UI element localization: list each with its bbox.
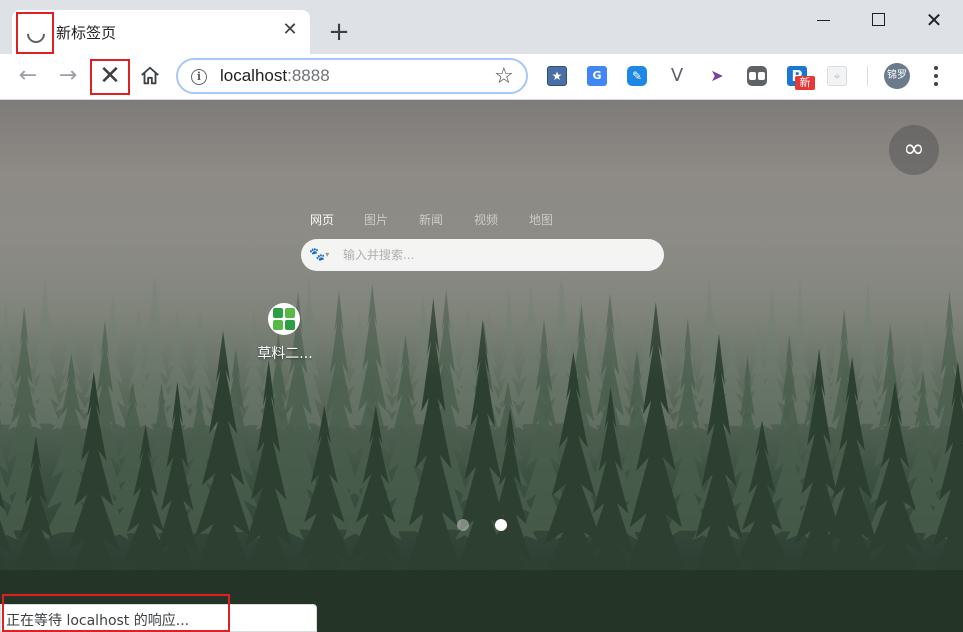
new-tab-button[interactable]: +: [326, 19, 352, 46]
vue-devtools-extension-icon[interactable]: V: [667, 66, 687, 86]
baidu-paw-icon: 🐾: [309, 247, 326, 263]
bookmark-star-icon[interactable]: ☆: [494, 64, 514, 89]
icon-square: [273, 320, 283, 330]
site-info-icon[interactable]: i: [191, 69, 207, 85]
two-squares-extension-icon[interactable]: [747, 66, 767, 86]
forward-button[interactable]: →: [54, 62, 82, 90]
search-tab-video[interactable]: 视频: [474, 211, 498, 228]
search-engine-selector[interactable]: 🐾▾: [309, 246, 333, 264]
search-tab-news[interactable]: 新闻: [419, 211, 443, 228]
search-input[interactable]: [341, 243, 641, 267]
search-tab-images[interactable]: 图片: [364, 211, 388, 228]
toolbar-divider: [867, 66, 868, 86]
stop-loading-button[interactable]: ✕: [90, 59, 130, 95]
infinity-menu-button[interactable]: ∞: [889, 125, 939, 175]
icon-square: [285, 308, 295, 318]
url-text[interactable]: localhost:8888: [220, 66, 330, 86]
profile-avatar[interactable]: 锦罗: [884, 63, 910, 89]
minimize-button[interactable]: [810, 6, 838, 34]
search-box: 🐾▾: [301, 239, 664, 271]
search-category-tabs: 网页 图片 新闻 视频 地图: [300, 211, 664, 229]
status-highlight-box: [2, 594, 230, 632]
menu-dot-icon: [934, 74, 938, 78]
google-translate-extension-icon[interactable]: G: [587, 66, 607, 86]
address-bar[interactable]: i localhost:8888 ☆: [176, 58, 528, 94]
tab-close-icon[interactable]: ✕: [280, 20, 300, 40]
search-tab-web[interactable]: 网页: [310, 211, 334, 228]
forest-background: [0, 180, 963, 632]
browser-toolbar: ← → ✕ i localhost:8888 ☆ ★ G ✎ V ➤ P 新 ⌖…: [0, 54, 963, 100]
bookmark-star-extension-icon[interactable]: ★: [547, 66, 567, 86]
search-tab-map[interactable]: 地图: [529, 211, 553, 228]
loading-spinner-highlight: [16, 12, 54, 54]
new-tab-page: ∞ 网页 图片 新闻 视频 地图 🐾▾ 草料二...: [0, 100, 963, 632]
menu-dot-icon: [934, 82, 938, 86]
window-close-button[interactable]: ✕: [920, 6, 948, 34]
url-host: localhost: [220, 66, 288, 85]
cursor-extension-icon[interactable]: ➤: [707, 66, 727, 86]
tab-new-tab[interactable]: 新标签页 ✕: [12, 10, 310, 54]
tab-title: 新标签页: [56, 24, 117, 42]
browser-menu-button[interactable]: [926, 62, 946, 90]
caoliao-qrcode-icon: [268, 303, 300, 335]
shortcut-label: 草料二...: [257, 346, 313, 362]
back-button[interactable]: ←: [14, 62, 42, 90]
home-icon: [141, 66, 159, 85]
chevron-down-icon: ▾: [325, 250, 330, 259]
menu-dot-icon: [934, 66, 938, 70]
browser-window: 新标签页 ✕ + ✕ ← → ✕ i localhost:8888 ☆ ★ G …: [0, 0, 963, 632]
icon-square: [285, 320, 295, 330]
pager-dot-1[interactable]: [457, 519, 469, 531]
home-button[interactable]: [136, 62, 164, 90]
loading-spinner-icon: [23, 21, 49, 47]
url-port: :8888: [287, 66, 330, 85]
p-extension-badge: 新: [795, 76, 815, 90]
icon-square: [273, 308, 283, 318]
maximize-button[interactable]: [864, 6, 892, 34]
map-pin-extension-icon[interactable]: ⌖: [827, 66, 847, 86]
shortcut-tile[interactable]: 草料二...: [250, 303, 320, 363]
pager-dot-2-active[interactable]: [495, 519, 507, 531]
tab-strip: 新标签页 ✕ + ✕: [0, 0, 963, 54]
blue-pen-extension-icon[interactable]: ✎: [627, 66, 647, 86]
